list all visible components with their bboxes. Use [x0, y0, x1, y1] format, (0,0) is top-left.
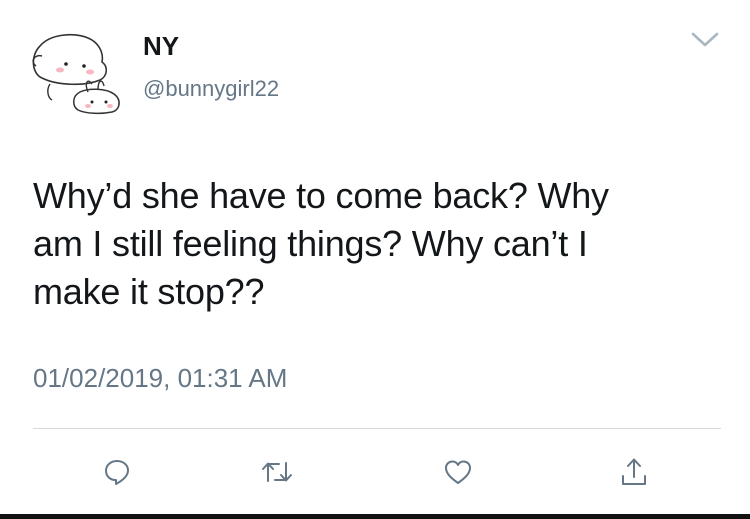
share-button[interactable]: [614, 452, 654, 492]
user-handle[interactable]: @bunnygirl22: [143, 78, 279, 100]
reply-button[interactable]: [97, 452, 137, 492]
heart-icon: [445, 460, 471, 484]
tweet-text: Why’d she have to come back? Why am I st…: [33, 175, 609, 312]
avatar-bunnies-image: [32, 33, 120, 115]
like-button[interactable]: [438, 452, 478, 492]
retweet-button[interactable]: [257, 452, 297, 492]
bottom-border: [0, 514, 750, 519]
reply-icon: [105, 460, 129, 485]
avatar[interactable]: [22, 26, 130, 116]
chevron-down-icon[interactable]: [690, 30, 720, 50]
display-name[interactable]: NY: [143, 33, 179, 59]
tweet-timestamp[interactable]: 01/02/2019, 01:31 AM: [33, 365, 287, 391]
share-icon: [622, 458, 646, 485]
divider: [33, 428, 721, 429]
retweet-icon: [262, 462, 292, 482]
